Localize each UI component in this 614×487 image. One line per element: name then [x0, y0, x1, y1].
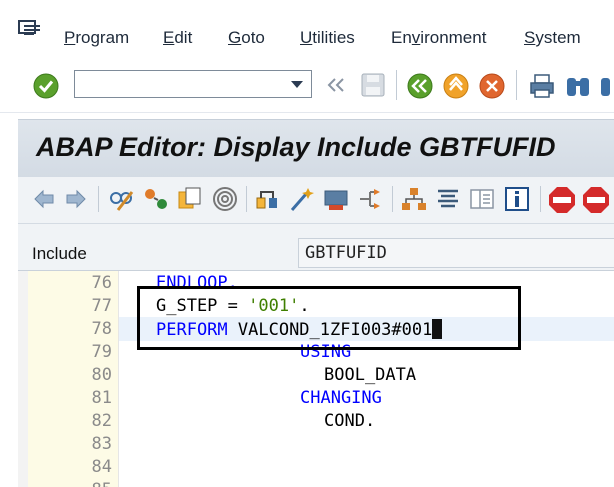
info-icon[interactable] — [504, 186, 530, 212]
sap-menu-icon[interactable] — [18, 20, 42, 40]
code-line-81[interactable]: CHANGING — [300, 388, 382, 408]
other-object-icon[interactable] — [176, 186, 204, 212]
back-icon[interactable] — [406, 72, 434, 100]
line-number: 83 — [91, 434, 112, 454]
code-token: COND. — [324, 411, 376, 431]
line-number: 84 — [91, 457, 112, 477]
activate-icon[interactable] — [288, 186, 316, 212]
include-label: Include — [32, 244, 87, 263]
line-numbers: 76 77 78 79 80 81 82 83 84 85 — [46, 271, 118, 487]
stop-icon[interactable] — [548, 186, 576, 214]
menu-system[interactable]: System — [524, 28, 581, 48]
line-number: 79 — [91, 342, 112, 362]
exit-icon[interactable] — [442, 72, 470, 100]
editor-margin — [28, 271, 46, 487]
line-number: 78 — [91, 319, 112, 339]
toolbar-separator — [246, 186, 247, 212]
code-token: BOOL_DATA — [324, 365, 417, 385]
find-next-icon[interactable] — [598, 72, 614, 100]
navigate-icon[interactable] — [356, 186, 384, 212]
page-title: ABAP Editor: Display Include GBTFUFID — [36, 132, 556, 162]
save-icon[interactable] — [360, 72, 386, 98]
active-inactive-icon[interactable] — [142, 186, 170, 212]
menu-utilities[interactable]: Utilities — [300, 28, 355, 48]
command-input[interactable] — [79, 74, 283, 96]
cancel-icon[interactable] — [478, 72, 506, 100]
code-line-80[interactable]: BOOL_DATA — [324, 365, 416, 385]
toolbar-separator — [540, 186, 541, 212]
fold-guide — [118, 271, 119, 487]
print-icon[interactable] — [528, 72, 556, 100]
stop2-icon[interactable] — [582, 186, 610, 214]
enter-icon[interactable] — [32, 72, 60, 100]
back-nav-icon[interactable] — [32, 187, 56, 211]
line-number: 81 — [91, 388, 112, 408]
menu-program[interactable]: Program — [64, 28, 129, 48]
find-icon[interactable] — [564, 72, 592, 100]
where-used-icon[interactable] — [212, 186, 238, 212]
code-token: CHANGING — [300, 388, 382, 408]
menu-goto[interactable]: Goto — [228, 28, 265, 48]
forward-nav-icon[interactable] — [64, 187, 88, 211]
object-list-icon[interactable] — [400, 186, 428, 212]
command-field[interactable] — [74, 70, 312, 98]
line-number: 82 — [91, 411, 112, 431]
test-icon[interactable] — [322, 186, 350, 212]
display-change-icon[interactable] — [108, 186, 136, 212]
include-field[interactable]: GBTFUFID — [298, 238, 614, 268]
toolbar-separator — [98, 186, 99, 212]
check-icon[interactable] — [254, 186, 282, 212]
annotation-highlight-box — [137, 286, 521, 350]
toolbar-separator — [396, 70, 397, 100]
toolbar-separator — [516, 70, 517, 100]
pretty-printer-icon[interactable] — [434, 186, 462, 212]
back-arrows-icon[interactable] — [326, 76, 346, 94]
line-number: 77 — [91, 296, 112, 316]
toolbar-separator — [392, 186, 393, 212]
title-bar: ABAP Editor: Display Include GBTFUFID — [18, 119, 614, 178]
pattern-icon[interactable] — [468, 186, 496, 212]
line-number: 80 — [91, 365, 112, 385]
code-line-82[interactable]: COND. — [324, 411, 375, 431]
menu-bar: Program Edit Goto Utilities Environment … — [0, 0, 614, 62]
chevron-down-icon[interactable] — [291, 81, 303, 88]
line-number: 76 — [91, 273, 112, 293]
menu-environment[interactable]: Environment — [391, 28, 486, 48]
menu-edit[interactable]: Edit — [163, 28, 192, 48]
